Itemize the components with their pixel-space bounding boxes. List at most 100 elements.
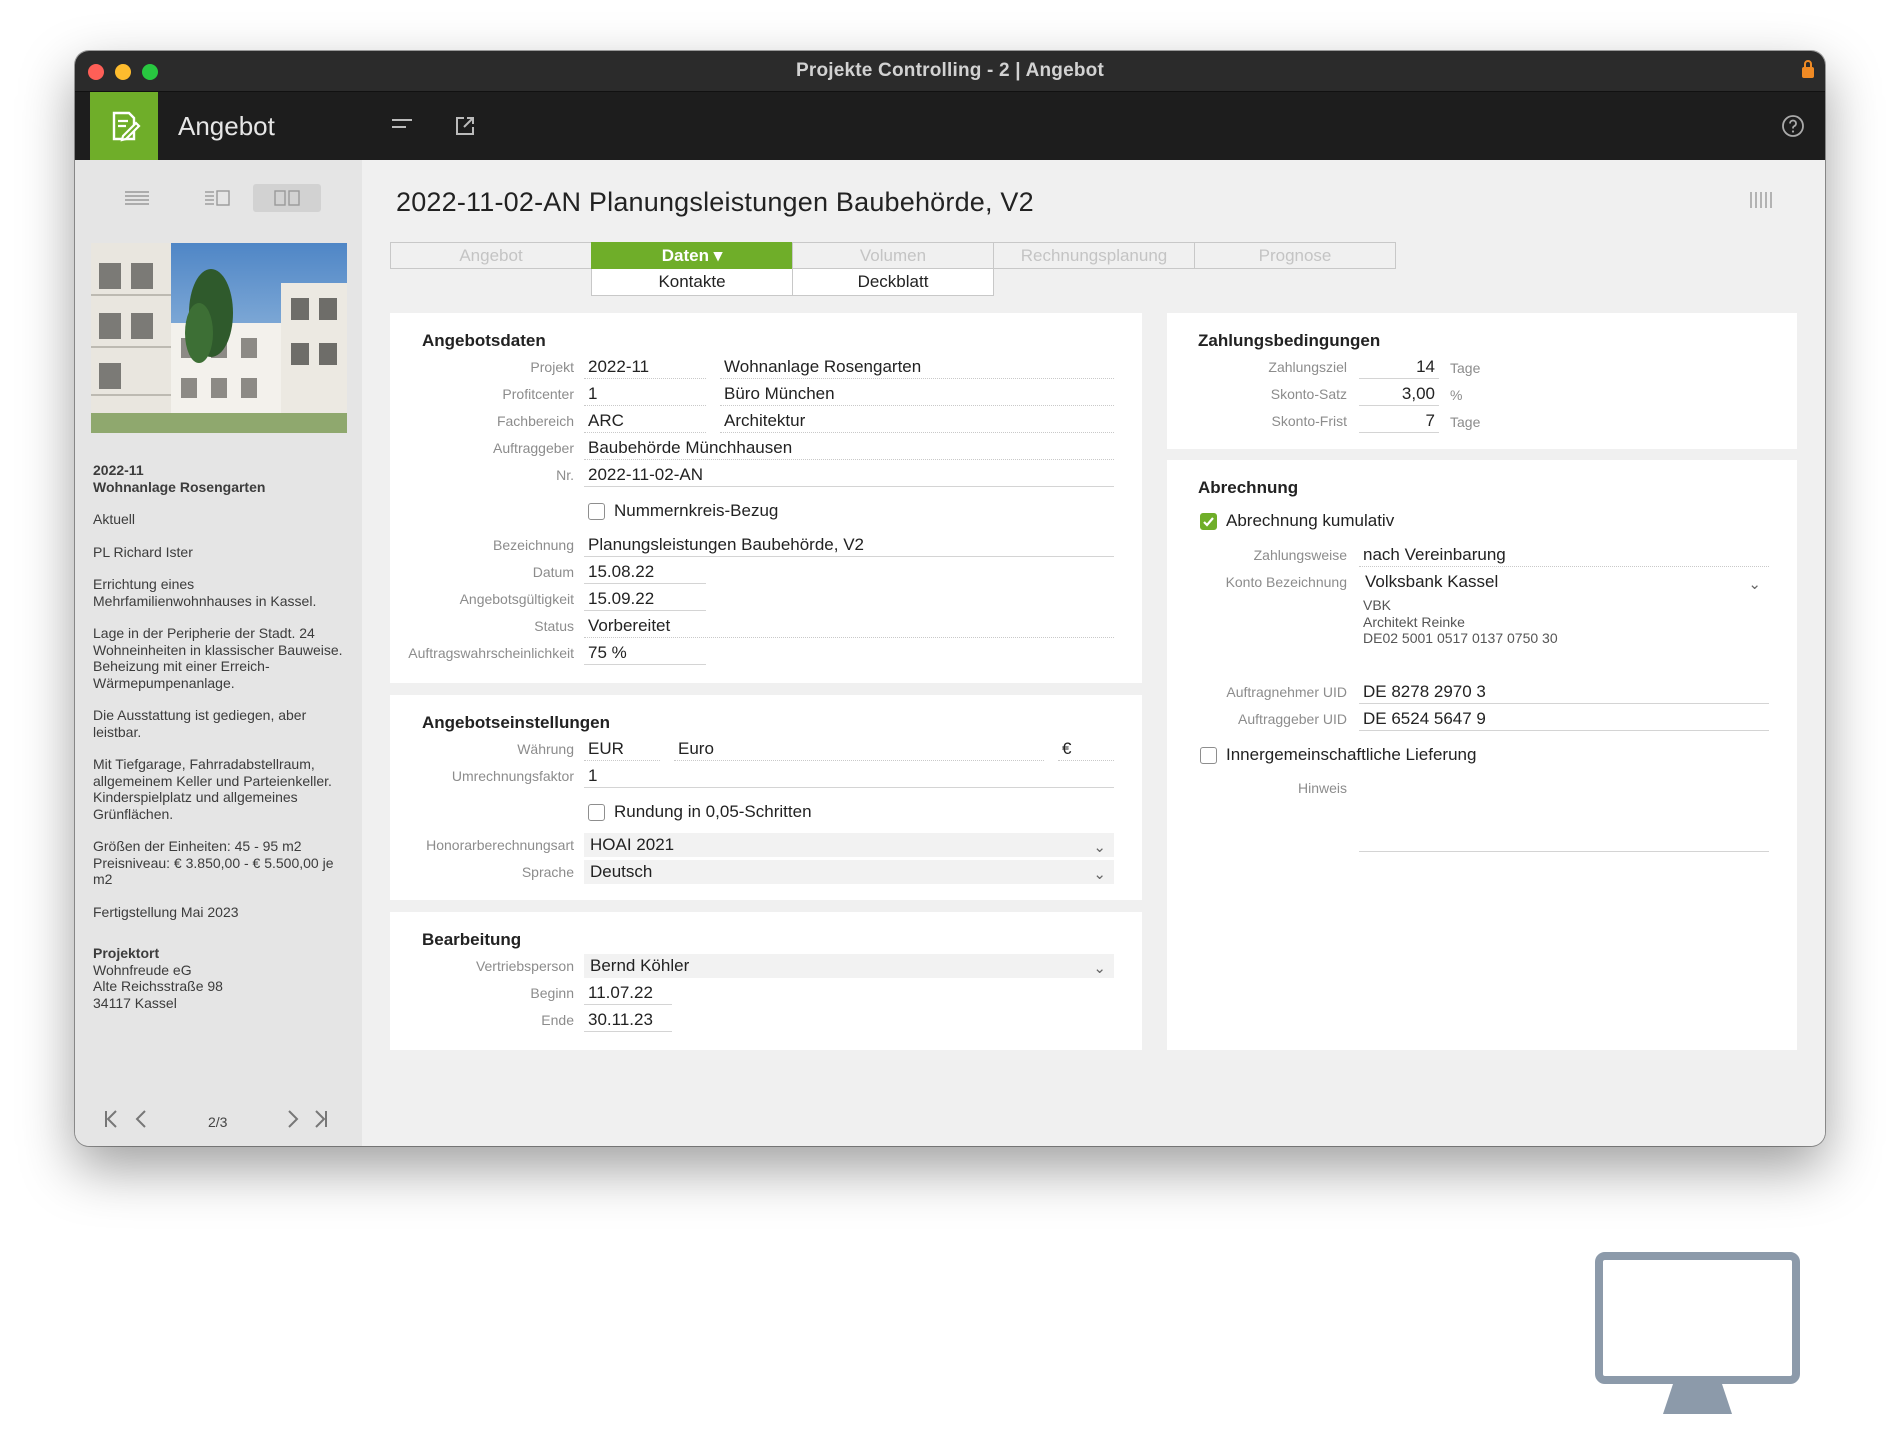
status-label: Status xyxy=(534,618,574,634)
skonto-satz-field[interactable]: 3,00 xyxy=(1359,382,1439,406)
description-paragraph: Mit Tiefgarage, Fahrradabstellraum, allg… xyxy=(93,756,332,822)
datum-field[interactable]: 15.08.22 xyxy=(584,560,706,584)
external-window-icon[interactable] xyxy=(451,112,479,140)
app-header: Angebot xyxy=(75,92,1825,160)
zahlungsweise-field[interactable]: nach Vereinbarung xyxy=(1359,543,1769,567)
nummernkreis-checkbox[interactable]: Nummernkreis-Bezug xyxy=(588,501,778,521)
next-record-icon[interactable] xyxy=(281,1108,303,1130)
abrechnung-title: Abrechnung xyxy=(1198,478,1299,497)
zahlungsziel-field[interactable]: 14 xyxy=(1359,355,1439,379)
angebotsdaten-panel: Angebotsdaten Projekt 2022-11 Wohnanlage… xyxy=(390,313,1142,683)
skonto-frist-unit: Tage xyxy=(1450,414,1481,430)
tab-bar: Angebot Daten ▾ Volumen Rechnungsplanung… xyxy=(390,242,1396,300)
rundung-checkbox[interactable]: Rundung in 0,05-Schritten xyxy=(588,802,812,822)
wahrscheinlichkeit-label: Auftragswahrscheinlichkeit xyxy=(408,645,574,661)
innergemeinschaftlich-checkbox[interactable]: Innergemeinschaftliche Lieferung xyxy=(1200,745,1476,765)
bank-line: Architekt Reinke xyxy=(1363,613,1465,630)
checkbox-box[interactable] xyxy=(588,803,605,821)
bearbeitung-title: Bearbeitung xyxy=(422,930,522,949)
minimize-window-button[interactable] xyxy=(115,64,131,80)
vertrieb-select[interactable]: Bernd Köhler ⌄ xyxy=(584,954,1114,978)
skonto-frist-label: Skonto-Frist xyxy=(1271,413,1347,429)
an-uid-field[interactable]: DE 8278 2970 3 xyxy=(1359,680,1769,704)
project-number: 2022-11 xyxy=(93,462,144,478)
gueltigkeit-field[interactable]: 15.09.22 xyxy=(584,587,706,611)
fachbereich-name-field[interactable]: Architektur xyxy=(720,409,1114,433)
waehrung-name-field[interactable]: Euro xyxy=(674,737,1044,761)
tab-volumen[interactable]: Volumen xyxy=(792,242,994,269)
detail-view-button[interactable] xyxy=(183,184,251,212)
titlebar[interactable]: Projekte Controlling - 2 | Angebot xyxy=(75,51,1825,92)
main-content: 2022-11-02-AN Planungsleistungen Baubehö… xyxy=(362,160,1825,1146)
konto-select[interactable]: Volksbank Kassel ⌄ xyxy=(1359,570,1769,594)
fachbereich-code-field[interactable]: ARC xyxy=(584,409,706,433)
lock-icon xyxy=(1802,60,1814,78)
last-record-icon[interactable] xyxy=(309,1108,331,1130)
zahlungsbedingungen-panel: Zahlungsbedingungen Zahlungsziel 14 Tage… xyxy=(1167,313,1797,449)
ag-uid-field[interactable]: DE 6524 5647 9 xyxy=(1359,707,1769,731)
zahlungsziel-label: Zahlungsziel xyxy=(1268,359,1347,375)
subtab-kontakte[interactable]: Kontakte xyxy=(591,269,793,296)
waehrung-symbol-field[interactable]: € xyxy=(1058,737,1114,761)
list-view-button[interactable] xyxy=(103,184,171,212)
auftraggeber-field[interactable]: Baubehörde Münchhausen xyxy=(584,436,1114,460)
datum-label: Datum xyxy=(532,564,574,580)
subtab-deckblatt[interactable]: Deckblatt xyxy=(792,269,994,296)
sidebar: 2022-11 Wohnanlage Rosengarten Aktuell P… xyxy=(75,160,362,1146)
page-indicator: 2/3 xyxy=(208,1114,228,1130)
bank-details: VBK Architekt Reinke DE02 5001 0517 0137… xyxy=(1363,597,1558,647)
fachbereich-label: Fachbereich xyxy=(496,413,574,429)
menu-lines-icon[interactable] xyxy=(388,112,416,140)
skonto-frist-field[interactable]: 7 xyxy=(1359,409,1439,433)
ende-field[interactable]: 30.11.23 xyxy=(584,1008,672,1032)
hinweis-label: Hinweis xyxy=(1297,780,1347,796)
project-status: Aktuell xyxy=(93,511,136,527)
tab-angebot[interactable]: Angebot xyxy=(390,242,592,269)
checkbox-box[interactable] xyxy=(588,502,605,520)
bezeichnung-label: Bezeichnung xyxy=(493,537,574,553)
zoom-window-button[interactable] xyxy=(142,64,158,80)
description-paragraph: Lage in der Peripherie der Stadt. 24 Woh… xyxy=(93,625,343,691)
card-view-button[interactable] xyxy=(253,184,321,212)
projekt-code-field[interactable]: 2022-11 xyxy=(584,355,706,379)
hinweis-textarea[interactable] xyxy=(1359,776,1769,852)
faktor-field[interactable]: 1 xyxy=(584,764,1114,788)
close-window-button[interactable] xyxy=(88,64,104,80)
previous-record-icon[interactable] xyxy=(131,1108,153,1130)
project-name: Wohnanlage Rosengarten xyxy=(93,478,266,495)
status-field[interactable]: Vorbereitet xyxy=(584,614,1114,638)
barcode-icon[interactable] xyxy=(1749,192,1775,208)
sprache-select[interactable]: Deutsch ⌄ xyxy=(584,860,1114,884)
tab-prognose[interactable]: Prognose xyxy=(1194,242,1396,269)
konto-value: Volksbank Kassel xyxy=(1365,572,1499,591)
tab-rechnungsplanung[interactable]: Rechnungsplanung xyxy=(993,242,1195,269)
waehrung-label: Währung xyxy=(517,741,574,757)
profitcenter-code-field[interactable]: 1 xyxy=(584,382,706,406)
nr-field[interactable]: 2022-11-02-AN xyxy=(584,463,1114,487)
waehrung-code-field[interactable]: EUR xyxy=(584,737,660,761)
first-record-icon[interactable] xyxy=(101,1108,123,1130)
nr-label: Nr. xyxy=(556,467,574,483)
page-title: 2022-11-02-AN Planungsleistungen Baubehö… xyxy=(396,187,1034,217)
checkbox-box[interactable] xyxy=(1200,746,1217,764)
bank-line: DE02 5001 0517 0137 0750 30 xyxy=(1363,630,1558,646)
help-icon[interactable] xyxy=(1779,112,1807,140)
kumulativ-checkbox[interactable]: Abrechnung kumulativ xyxy=(1200,511,1394,531)
tab-daten[interactable]: Daten ▾ xyxy=(591,242,793,269)
einstellungen-title: Angebotseinstellungen xyxy=(422,713,610,732)
angebotsdaten-title: Angebotsdaten xyxy=(422,331,546,350)
honorar-select[interactable]: HOAI 2021 ⌄ xyxy=(584,833,1114,857)
bezeichnung-field[interactable]: Planungsleistungen Baubehörde, V2 xyxy=(584,533,1114,557)
location-line: Alte Reichsstraße 98 xyxy=(93,978,223,994)
project-description: 2022-11 Wohnanlage Rosengarten Aktuell P… xyxy=(93,462,348,1011)
description-paragraph: Errichtung eines Mehrfamilienwohnhauses … xyxy=(93,576,317,609)
beginn-field[interactable]: 11.07.22 xyxy=(584,981,672,1005)
projekt-name-field[interactable]: Wohnanlage Rosengarten xyxy=(720,355,1114,379)
honorar-value: HOAI 2021 xyxy=(590,835,675,854)
checkbox-box-checked[interactable] xyxy=(1200,512,1217,530)
description-paragraph: Die Ausstattung ist gediegen, aber leist… xyxy=(93,707,307,740)
projekt-label: Projekt xyxy=(530,359,574,375)
view-switcher xyxy=(103,184,343,214)
wahrscheinlichkeit-field[interactable]: 75 % xyxy=(584,641,706,665)
profitcenter-name-field[interactable]: Büro München xyxy=(720,382,1114,406)
